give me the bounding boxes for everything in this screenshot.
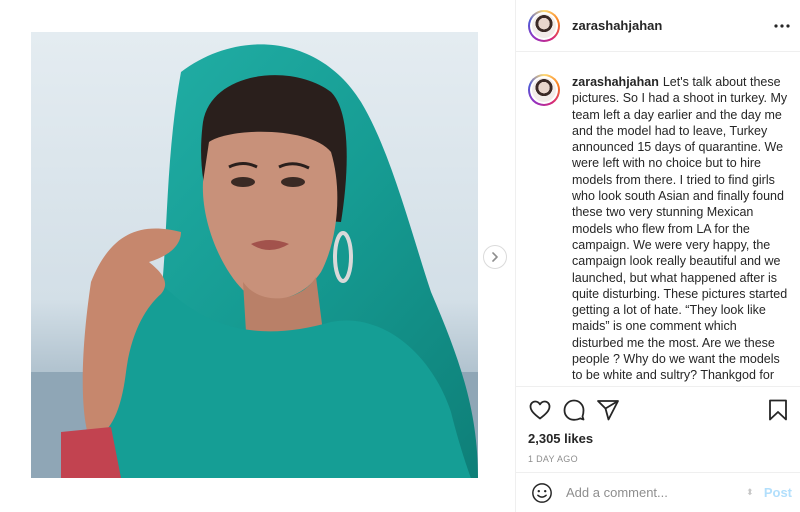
chevron-right-icon [492, 252, 498, 262]
caption-body: Let's talk about these pictures. So I ha… [572, 75, 788, 386]
heart-icon [529, 400, 551, 420]
share-icon [597, 400, 619, 421]
caption: zarashahjahan Let's talk about these pict… [528, 74, 788, 386]
header-username[interactable]: zarashahjahan [572, 18, 662, 33]
post-date[interactable]: 1 DAY AGO [528, 454, 790, 464]
bookmark-icon [769, 399, 787, 421]
add-comment-bar: ⬍ Post [516, 472, 800, 512]
save-button[interactable] [766, 398, 790, 422]
emoji-button[interactable] [530, 481, 554, 505]
avatar[interactable] [528, 9, 560, 42]
likes-count[interactable]: 2,305 likes [528, 431, 790, 446]
caption-text: zarashahjahan Let's talk about these pict… [572, 74, 788, 386]
caption-avatar[interactable] [528, 74, 560, 106]
comment-button[interactable] [562, 398, 586, 422]
resize-handle-icon: ⬍ [746, 487, 754, 497]
caption-username[interactable]: zarashahjahan [572, 75, 659, 89]
post-comment-button[interactable]: Post [764, 485, 792, 500]
post-media [0, 0, 515, 512]
next-photo-button[interactable] [483, 245, 507, 269]
comments-section[interactable]: zarashahjahan Let's talk about these pict… [516, 52, 800, 386]
emoji-icon [532, 482, 552, 503]
like-button[interactable] [528, 398, 552, 422]
more-options-button[interactable] [772, 16, 792, 36]
comment-input[interactable] [566, 485, 746, 500]
more-icon [774, 24, 790, 28]
post-actions: 2,305 likes 1 DAY AGO [516, 386, 800, 464]
comment-icon [563, 399, 585, 421]
post-photo[interactable] [31, 32, 478, 478]
portrait-illustration [31, 32, 478, 478]
action-row [528, 395, 790, 425]
share-button[interactable] [596, 398, 620, 422]
post-header: zarashahjahan [516, 0, 800, 52]
post-side-panel: zarashahjahan zarashahjahan Let's talk ab… [515, 0, 800, 512]
